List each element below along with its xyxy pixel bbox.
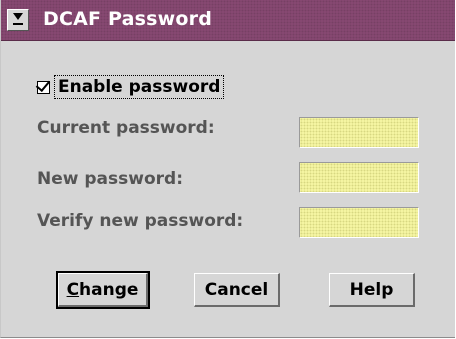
cancel-button[interactable]: Cancel	[194, 273, 280, 307]
new-password-label: New password:	[37, 169, 183, 189]
current-password-label: Current password:	[37, 118, 215, 138]
new-password-field[interactable]	[299, 162, 419, 193]
enable-password-label[interactable]: Enable password	[54, 75, 225, 99]
change-label: hange	[79, 279, 139, 300]
enable-password-checkbox-row[interactable]: Enable password	[37, 75, 225, 99]
change-button[interactable]: Change	[56, 271, 150, 309]
title-bar[interactable]: DCAF Password	[1, 0, 455, 41]
window-title: DCAF Password	[43, 8, 213, 30]
change-mnemonic: C	[66, 279, 80, 300]
system-menu-icon[interactable]	[7, 9, 29, 31]
current-password-field[interactable]	[299, 117, 419, 148]
help-button[interactable]: Help	[329, 273, 415, 307]
enable-password-checkbox[interactable]	[37, 80, 50, 94]
dcaf-password-dialog: DCAF Password Enable password Current pa…	[0, 0, 455, 338]
verify-new-password-label: Verify new password:	[37, 211, 244, 231]
verify-new-password-field[interactable]	[299, 207, 419, 238]
